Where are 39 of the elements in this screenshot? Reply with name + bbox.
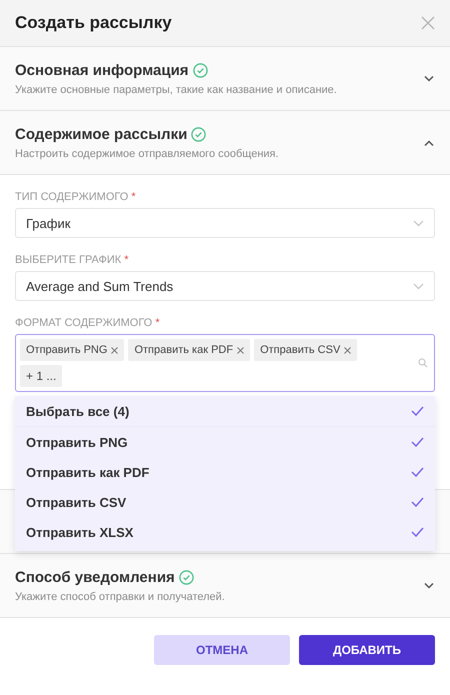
- chevron-icon[interactable]: [423, 138, 435, 146]
- section-title: Основная информация: [15, 62, 189, 78]
- multiselect-field[interactable]: Отправить PNG Отправить как PDF Отправить CSV + 1 ...: [15, 334, 435, 392]
- section-description: Укажите основные параметры, такие как название и описание.: [15, 84, 337, 96]
- add-button[interactable]: ДОБАВИТЬ: [299, 635, 435, 665]
- field-label: ТИП СОДЕРЖИМОГО: [15, 191, 128, 203]
- remove-icon[interactable]: [111, 346, 118, 354]
- remove-icon[interactable]: [344, 346, 352, 354]
- chevron-icon[interactable]: [423, 74, 435, 82]
- more-tags-badge[interactable]: + 1 ...: [20, 365, 62, 387]
- remove-icon[interactable]: [237, 346, 244, 354]
- chevron-down-icon: [413, 282, 424, 290]
- chevron-icon[interactable]: [423, 582, 435, 590]
- format-tag[interactable]: Отправить CSV: [254, 339, 358, 361]
- section-header[interactable]: Основная информация Укажите основные параметры, такие как название и описание.: [0, 47, 450, 110]
- select-field[interactable]: График: [15, 208, 435, 238]
- option-item[interactable]: Отправить CSV: [15, 487, 435, 517]
- section-description: Настроить содержимое отправляемого сообщения.: [15, 148, 279, 160]
- section-description: Укажите способ отправки и получателей.: [15, 590, 225, 602]
- option-item[interactable]: Отправить PNG: [15, 427, 435, 457]
- required-mark: *: [131, 191, 136, 203]
- required-mark: *: [124, 254, 129, 266]
- field-label: ВЫБЕРИТЕ ГРАФИК: [15, 254, 122, 266]
- option-item[interactable]: Выбрать все (4): [15, 396, 435, 427]
- section-header[interactable]: Способ уведомления Укажите способ отправки и получателей.: [0, 554, 450, 617]
- search-icon: [418, 358, 428, 368]
- format-tag[interactable]: Отправить как PDF: [128, 339, 250, 361]
- field-label: ФОРМАТ СОДЕРЖИМОГО: [15, 317, 152, 329]
- option-item[interactable]: Отправить как PDF: [15, 457, 435, 487]
- select-field[interactable]: Average and Sum Trends: [15, 271, 435, 301]
- chevron-down-icon: [413, 220, 424, 226]
- section-title: Способ уведомления: [15, 568, 175, 586]
- cancel-button[interactable]: ОТМЕНА: [154, 635, 290, 665]
- dialog-title: Создать рассылку: [15, 13, 172, 33]
- required-mark: *: [155, 317, 160, 329]
- section-title: Содержимое рассылки: [15, 126, 188, 142]
- option-item[interactable]: Отправить XLSX: [15, 517, 435, 547]
- format-tag[interactable]: Отправить PNG: [20, 339, 124, 361]
- section-header[interactable]: Содержимое рассылки Настроить содержимое отправляемого сообщения.: [0, 111, 450, 174]
